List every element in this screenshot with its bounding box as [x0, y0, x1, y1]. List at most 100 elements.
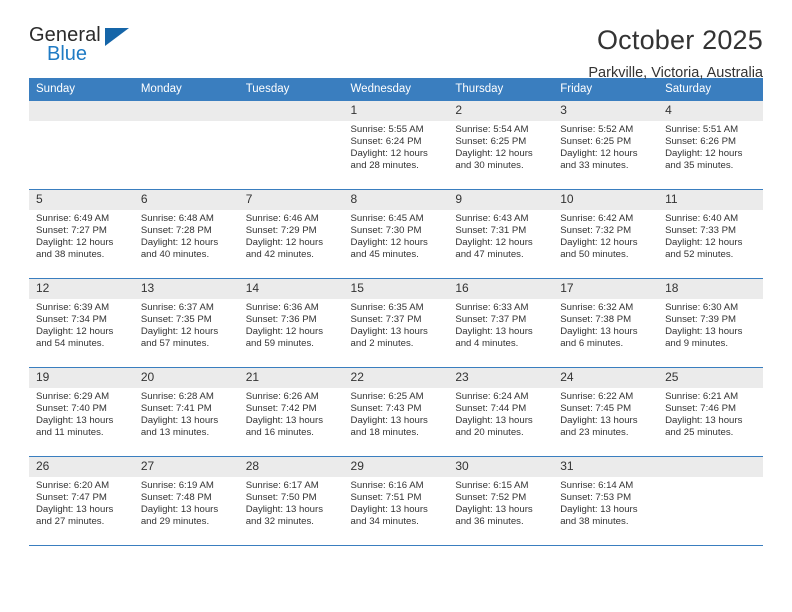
sunrise-text: Sunrise: 6:30 AM — [665, 302, 739, 313]
calendar-day-cell[interactable]: 18 Sunrise: 6:30 AM Sunset: 7:39 PM Dayligh… — [658, 278, 763, 368]
sun-info: Sunrise: 6:26 AM Sunset: 7:42 PM Daylight:… — [239, 388, 344, 439]
sunrise-text: Sunrise: 5:55 AM — [350, 124, 424, 135]
sun-info: Sunrise: 6:14 AM Sunset: 7:53 PM Daylight:… — [553, 477, 658, 528]
day-number: 8 — [343, 190, 449, 210]
sunrise-text: Sunrise: 6:14 AM — [560, 480, 634, 491]
calendar-day-cell[interactable]: 30 Sunrise: 6:15 AM Sunset: 7:52 PM Dayligh… — [448, 456, 554, 546]
weekday-header-wednesday: Wednesday — [343, 78, 449, 101]
sunrise-text: Sunrise: 6:49 AM — [36, 213, 110, 224]
sun-info: Sunrise: 6:45 AM Sunset: 7:30 PM Daylight:… — [344, 210, 449, 261]
calendar-day-cell[interactable]: 24 Sunrise: 6:22 AM Sunset: 7:45 PM Dayligh… — [553, 367, 659, 457]
calendar-day-cell[interactable]: 15 Sunrise: 6:35 AM Sunset: 7:37 PM Dayligh… — [343, 278, 449, 368]
sun-info: Sunrise: 6:29 AM Sunset: 7:40 PM Daylight:… — [29, 388, 134, 439]
sunrise-text: Sunrise: 6:39 AM — [36, 302, 110, 313]
sunset-text: Sunset: 7:36 PM — [245, 314, 317, 326]
calendar-day-cell[interactable]: 5 Sunrise: 6:49 AM Sunset: 7:27 PM Daylight… — [29, 189, 134, 279]
sun-info: Sunrise: 6:37 AM Sunset: 7:35 PM Daylight:… — [134, 299, 239, 350]
sunrise-text: Sunrise: 6:20 AM — [36, 480, 110, 491]
sunset-text: Sunset: 7:27 PM — [36, 225, 107, 237]
sun-info: Sunrise: 6:22 AM Sunset: 7:45 PM Daylight:… — [553, 388, 658, 439]
generalblue-logo[interactable]: General Blue — [29, 24, 159, 70]
sunset-text: Sunset: 6:25 PM — [455, 136, 527, 148]
sunrise-text: Sunrise: 6:19 AM — [140, 480, 214, 491]
calendar-day-cell[interactable]: 7 Sunrise: 6:46 AM Sunset: 7:29 PM Daylight… — [238, 189, 344, 279]
daylight-text: Daylight: 13 hours and 13 minutes. — [140, 415, 219, 439]
logo-text-blue: Blue — [47, 43, 88, 65]
daylight-text: Daylight: 13 hours and 36 minutes. — [455, 504, 533, 528]
page-header: General Blue October 2025 Parkville, Vic… — [29, 0, 763, 81]
daylight-text: Daylight: 12 hours and 47 minutes. — [455, 237, 533, 261]
calendar-day-cell[interactable]: 29 Sunrise: 6:16 AM Sunset: 7:51 PM Dayligh… — [343, 456, 449, 546]
calendar-day-cell[interactable]: 16 Sunrise: 6:33 AM Sunset: 7:37 PM Dayligh… — [448, 278, 554, 368]
day-number: 6 — [133, 190, 239, 210]
day-number — [238, 101, 344, 121]
sunset-text: Sunset: 7:42 PM — [245, 403, 317, 415]
daylight-text: Daylight: 12 hours and 28 minutes. — [350, 148, 428, 172]
sun-info: Sunrise: 6:24 AM Sunset: 7:44 PM Daylight:… — [448, 388, 553, 439]
calendar-day-cell[interactable]: 26 Sunrise: 6:20 AM Sunset: 7:47 PM Dayligh… — [29, 456, 134, 546]
calendar-day-cell[interactable]: 11 Sunrise: 6:40 AM Sunset: 7:33 PM Dayligh… — [658, 189, 763, 279]
sun-info: Sunrise: 6:42 AM Sunset: 7:32 PM Daylight:… — [553, 210, 658, 261]
daylight-text: Daylight: 13 hours and 27 minutes. — [36, 504, 114, 528]
daylight-text: Daylight: 12 hours and 52 minutes. — [665, 237, 743, 261]
calendar-day-cell[interactable]: 19 Sunrise: 6:29 AM Sunset: 7:40 PM Dayligh… — [29, 367, 134, 457]
day-number: 14 — [238, 279, 344, 299]
sunset-text: Sunset: 7:33 PM — [665, 225, 736, 237]
calendar-day-cell[interactable]: 21 Sunrise: 6:26 AM Sunset: 7:42 PM Dayligh… — [238, 367, 344, 457]
calendar-day-cell[interactable]: 22 Sunrise: 6:25 AM Sunset: 7:43 PM Dayligh… — [343, 367, 449, 457]
calendar-day-cell[interactable]: 14 Sunrise: 6:36 AM Sunset: 7:36 PM Dayligh… — [238, 278, 344, 368]
daylight-text: Daylight: 12 hours and 33 minutes. — [560, 148, 638, 172]
sunset-text: Sunset: 7:50 PM — [245, 492, 317, 504]
daylight-text: Daylight: 12 hours and 42 minutes. — [245, 237, 324, 261]
calendar-day-cell[interactable]: 20 Sunrise: 6:28 AM Sunset: 7:41 PM Dayligh… — [133, 367, 239, 457]
sun-info: Sunrise: 6:49 AM Sunset: 7:27 PM Daylight:… — [29, 210, 134, 261]
calendar-day-cell[interactable]: 25 Sunrise: 6:21 AM Sunset: 7:46 PM Dayligh… — [658, 367, 763, 457]
sunset-text: Sunset: 7:32 PM — [560, 225, 632, 237]
sun-info: Sunrise: 6:39 AM Sunset: 7:34 PM Daylight:… — [29, 299, 134, 350]
sunrise-text: Sunrise: 6:37 AM — [140, 302, 214, 313]
sunset-text: Sunset: 7:44 PM — [455, 403, 527, 415]
sunrise-text: Sunrise: 6:48 AM — [140, 213, 214, 224]
day-number: 12 — [29, 279, 134, 299]
calendar-day-cell[interactable]: 23 Sunrise: 6:24 AM Sunset: 7:44 PM Dayligh… — [448, 367, 554, 457]
calendar-day-cell[interactable]: 27 Sunrise: 6:19 AM Sunset: 7:48 PM Dayligh… — [133, 456, 239, 546]
calendar-day-cell[interactable]: 3 Sunrise: 5:52 AM Sunset: 6:25 PM Daylight… — [553, 100, 659, 190]
calendar-day-cell[interactable]: 4 Sunrise: 5:51 AM Sunset: 6:26 PM Daylight… — [658, 100, 763, 190]
logo-triangle-icon — [105, 28, 129, 46]
sunrise-text: Sunrise: 6:36 AM — [245, 302, 319, 313]
calendar-day-cell[interactable]: 12 Sunrise: 6:39 AM Sunset: 7:34 PM Dayligh… — [29, 278, 134, 368]
calendar-day-cell[interactable]: 2 Sunrise: 5:54 AM Sunset: 6:25 PM Daylight… — [448, 100, 554, 190]
sunset-text: Sunset: 7:37 PM — [350, 314, 422, 326]
daylight-text: Daylight: 13 hours and 29 minutes. — [140, 504, 219, 528]
day-number: 3 — [553, 101, 659, 121]
calendar-day-cell[interactable]: 10 Sunrise: 6:42 AM Sunset: 7:32 PM Dayligh… — [553, 189, 659, 279]
calendar-day-cell[interactable]: 28 Sunrise: 6:17 AM Sunset: 7:50 PM Dayligh… — [238, 456, 344, 546]
daylight-text: Daylight: 13 hours and 9 minutes. — [665, 326, 743, 350]
sun-info: Sunrise: 6:19 AM Sunset: 7:48 PM Daylight:… — [134, 477, 239, 528]
sunset-text: Sunset: 7:30 PM — [350, 225, 422, 237]
calendar-day-cell[interactable]: 31 Sunrise: 6:14 AM Sunset: 7:53 PM Dayligh… — [553, 456, 659, 546]
sunset-text: Sunset: 7:34 PM — [36, 314, 107, 326]
calendar-day-cell[interactable]: 17 Sunrise: 6:32 AM Sunset: 7:38 PM Dayligh… — [553, 278, 659, 368]
sun-info: Sunrise: 6:17 AM Sunset: 7:50 PM Daylight:… — [239, 477, 344, 528]
calendar-day-cell[interactable]: 6 Sunrise: 6:48 AM Sunset: 7:28 PM Daylight… — [133, 189, 239, 279]
day-number: 29 — [343, 457, 449, 477]
sun-info: Sunrise: 6:20 AM Sunset: 7:47 PM Daylight:… — [29, 477, 134, 528]
sun-info: Sunrise: 5:54 AM Sunset: 6:25 PM Daylight:… — [448, 121, 553, 172]
sun-info: Sunrise: 6:46 AM Sunset: 7:29 PM Daylight:… — [239, 210, 344, 261]
sunrise-text: Sunrise: 6:25 AM — [350, 391, 424, 402]
calendar-day-cell[interactable]: 9 Sunrise: 6:43 AM Sunset: 7:31 PM Daylight… — [448, 189, 554, 279]
calendar-page: General Blue October 2025 Parkville, Vic… — [0, 0, 792, 612]
calendar-day-cell[interactable]: 13 Sunrise: 6:37 AM Sunset: 7:35 PM Dayligh… — [133, 278, 239, 368]
daylight-text: Daylight: 12 hours and 50 minutes. — [560, 237, 638, 261]
calendar-day-cell[interactable]: 8 Sunrise: 6:45 AM Sunset: 7:30 PM Daylight… — [343, 189, 449, 279]
calendar-day-cell[interactable]: 1 Sunrise: 5:55 AM Sunset: 6:24 PM Daylight… — [343, 100, 449, 190]
sun-info: Sunrise: 5:55 AM Sunset: 6:24 PM Daylight:… — [344, 121, 449, 172]
calendar-week-row: 5 Sunrise: 6:49 AM Sunset: 7:27 PM Daylight… — [29, 189, 763, 279]
daylight-text: Daylight: 13 hours and 25 minutes. — [665, 415, 743, 439]
sun-info: Sunrise: 6:16 AM Sunset: 7:51 PM Daylight:… — [344, 477, 449, 528]
sunrise-text: Sunrise: 6:24 AM — [455, 391, 529, 402]
daylight-text: Daylight: 13 hours and 38 minutes. — [560, 504, 638, 528]
sunset-text: Sunset: 7:35 PM — [140, 314, 212, 326]
weekday-header-thursday: Thursday — [448, 78, 554, 101]
